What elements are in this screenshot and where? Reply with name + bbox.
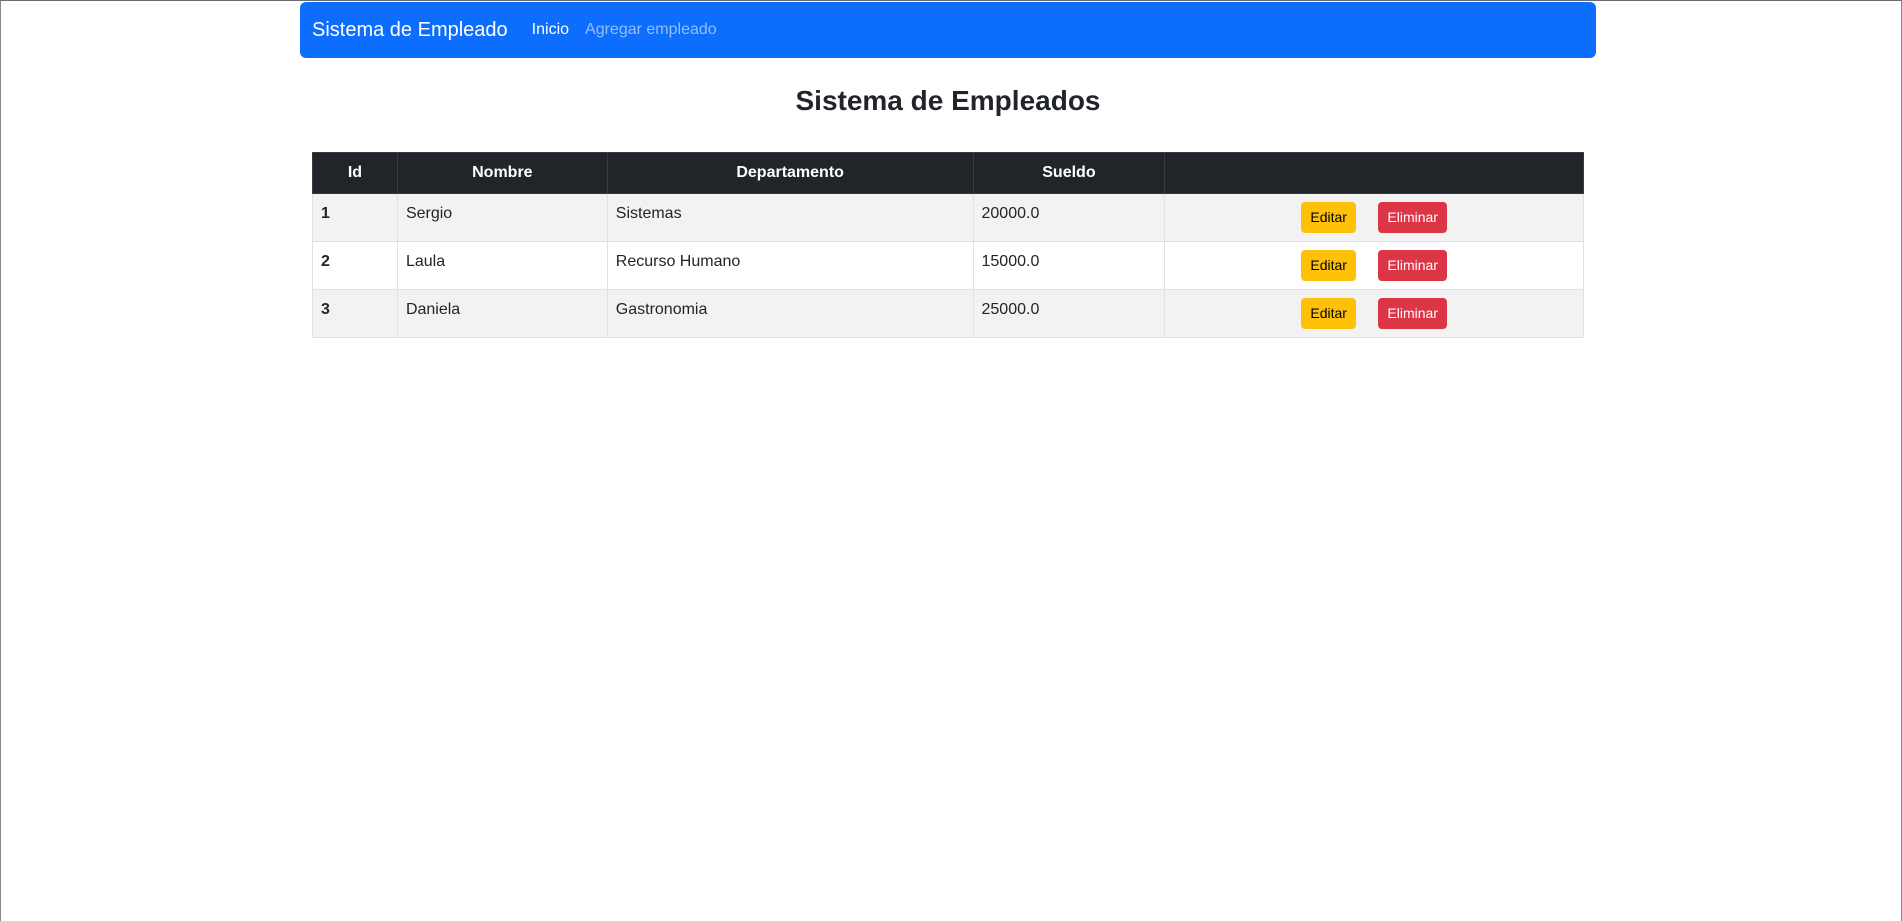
column-header-departamento: Departamento xyxy=(606,152,974,194)
navbar-brand[interactable]: Sistema de Empleado xyxy=(312,19,508,42)
nav-link-agregar-empleado[interactable]: Agregar empleado xyxy=(585,21,717,39)
edit-button[interactable]: Editar xyxy=(1301,298,1356,329)
edit-button[interactable]: Editar xyxy=(1301,202,1356,233)
page-title: Sistema de Empleados xyxy=(795,85,1101,116)
column-header-nombre: Nombre xyxy=(396,152,608,194)
cell-nombre: Sergio xyxy=(396,193,608,242)
table-row: 2 Laula Recurso Humano 15000.0 Editar El… xyxy=(312,241,1584,290)
delete-button[interactable]: Eliminar xyxy=(1378,250,1447,281)
cell-id: 1 xyxy=(312,193,398,242)
cell-sueldo: 25000.0 xyxy=(972,289,1166,338)
column-header-id: Id xyxy=(312,152,398,194)
cell-nombre: Laula xyxy=(396,241,608,290)
delete-button[interactable]: Eliminar xyxy=(1378,298,1447,329)
table-row: 3 Daniela Gastronomia 25000.0 Editar Eli… xyxy=(312,289,1584,338)
cell-actions: Editar Eliminar xyxy=(1164,241,1584,290)
table-header-row: Id Nombre Departamento Sueldo xyxy=(312,152,1584,194)
cell-id: 3 xyxy=(312,289,398,338)
cell-sueldo: 15000.0 xyxy=(972,241,1166,290)
browser-viewport: Sistema de Empleado Inicio Agregar emple… xyxy=(0,0,1902,921)
cell-id: 2 xyxy=(312,241,398,290)
cell-nombre: Daniela xyxy=(396,289,608,338)
cell-departamento: Gastronomia xyxy=(606,289,974,338)
table-row: 1 Sergio Sistemas 20000.0 Editar Elimina… xyxy=(312,193,1584,242)
delete-button[interactable]: Eliminar xyxy=(1378,202,1447,233)
cell-actions: Editar Eliminar xyxy=(1164,289,1584,338)
cell-sueldo: 20000.0 xyxy=(972,193,1166,242)
nav-link-inicio[interactable]: Inicio xyxy=(532,21,569,39)
employee-table: Id Nombre Departamento Sueldo 1 Sergio S… xyxy=(312,152,1584,338)
navbar: Sistema de Empleado Inicio Agregar emple… xyxy=(300,2,1596,58)
cell-actions: Editar Eliminar xyxy=(1164,193,1584,242)
cell-departamento: Sistemas xyxy=(606,193,974,242)
column-header-actions xyxy=(1164,152,1584,194)
column-header-sueldo: Sueldo xyxy=(972,152,1166,194)
cell-departamento: Recurso Humano xyxy=(606,241,974,290)
edit-button[interactable]: Editar xyxy=(1301,250,1356,281)
